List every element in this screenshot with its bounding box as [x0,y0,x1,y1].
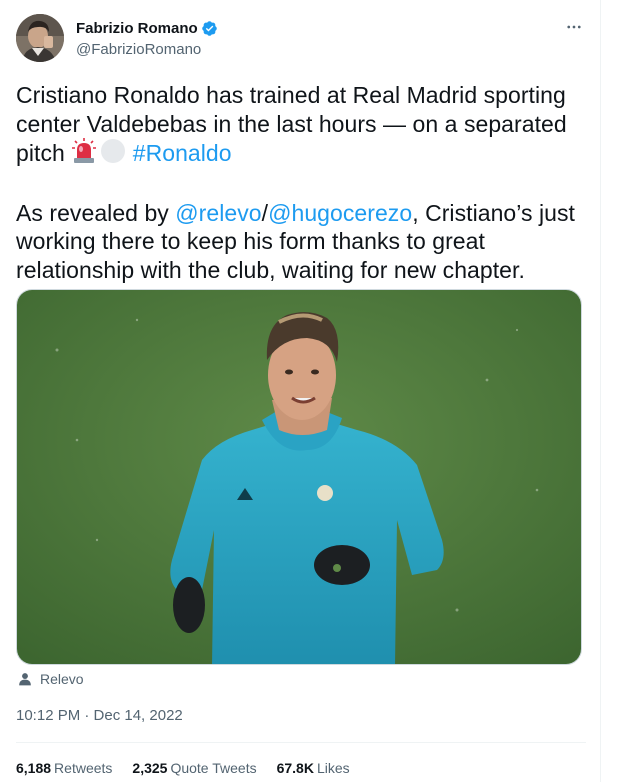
timeline-border [600,0,601,782]
mention-hugocerezo-link[interactable]: @hugocerezo [268,200,412,226]
more-options-icon[interactable] [563,16,585,38]
retweets-label: Retweets [54,760,113,776]
quote-tweets-count: 2,325 [132,760,168,776]
media-source-label: Relevo [40,671,84,687]
likes-stat[interactable]: 67.8K Likes [277,760,350,776]
police-light-emoji-icon [71,138,97,171]
retweets-stat[interactable]: 6,188 Retweets [16,760,112,776]
tweet-stats: 6,188 Retweets 2,325 Quote Tweets 67.8K Lik… [16,760,370,776]
likes-label: Likes [316,760,350,776]
avatar[interactable] [16,14,64,62]
author-name-row: Fabrizio Romano [76,20,218,37]
tweet-paragraph-2: As revealed by @relevo/@hugocerezo, Cris… [16,199,581,285]
likes-count: 67.8K [276,760,314,776]
quote-tweets-stat[interactable]: 2,325 Quote Tweets [132,760,256,776]
stats-divider [16,742,586,743]
author-handle[interactable]: @FabrizioRomano [76,41,201,58]
tweet-header: Fabrizio Romano @FabrizioRomano [16,14,586,64]
white-circle-emoji-icon [100,138,126,171]
verified-badge-icon [201,20,218,37]
quote-tweets-label: Quote Tweets [170,760,257,776]
tweet-body: Cristiano Ronaldo has trained at Real Ma… [16,81,581,284]
person-icon [19,673,31,686]
media-source[interactable]: Relevo [18,671,84,687]
retweets-count: 6,188 [16,760,52,776]
tweet-paragraph-1: Cristiano Ronaldo has trained at Real Ma… [16,81,581,171]
tweet-photo[interactable] [16,289,582,665]
tweet-text-1: Cristiano Ronaldo has trained at Real Ma… [16,82,567,166]
hashtag-link[interactable]: #Ronaldo [133,140,232,166]
tweet-timestamp[interactable]: 10:12 PM · Dec 14, 2022 [16,707,183,724]
tweet-text-2-prefix: As revealed by [16,199,176,226]
author-name[interactable]: Fabrizio Romano [76,20,198,37]
mention-relevo-link[interactable]: @relevo [175,200,261,226]
